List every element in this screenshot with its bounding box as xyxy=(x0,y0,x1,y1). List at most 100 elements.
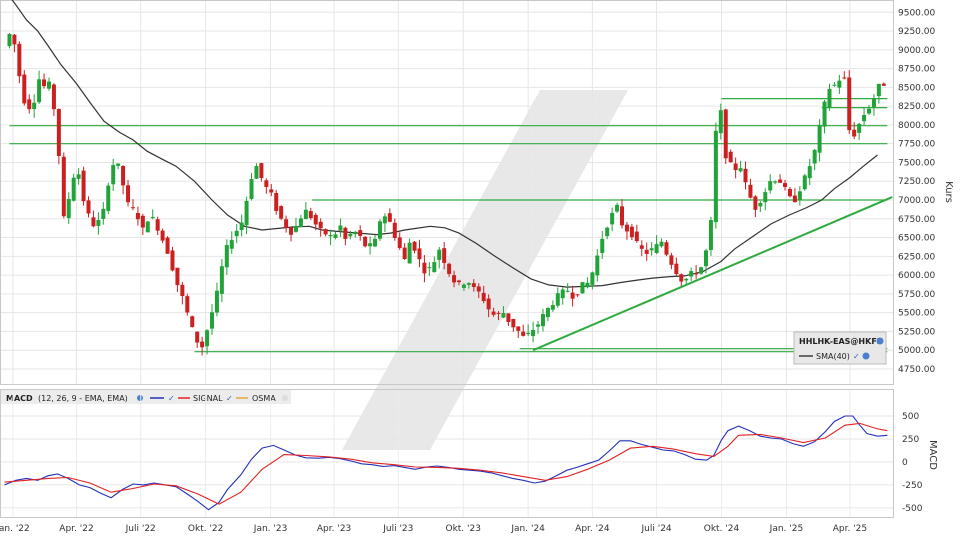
candle-up xyxy=(46,81,51,89)
x-tick: Apr. '22 xyxy=(59,524,93,534)
candle-up xyxy=(802,175,807,190)
candle-up xyxy=(797,191,802,200)
candle-up xyxy=(560,289,565,299)
candle-down xyxy=(639,245,644,249)
candle-down xyxy=(447,263,452,274)
candle-down xyxy=(496,312,501,314)
candle-up xyxy=(822,101,827,127)
candle-up xyxy=(703,250,708,267)
candle-down xyxy=(130,207,135,209)
macd-settings-icon[interactable] xyxy=(137,395,143,401)
candle-down xyxy=(175,267,180,286)
price-y-tick: 7500.00 xyxy=(898,158,935,168)
candle-up xyxy=(832,84,837,86)
candle-down xyxy=(753,196,758,210)
candle-up xyxy=(210,312,215,329)
candle-down xyxy=(91,217,96,227)
candle-up xyxy=(377,221,382,239)
candle-up xyxy=(876,83,881,97)
candle-up xyxy=(540,314,545,327)
signal-label: SIGNAL xyxy=(193,394,223,403)
legend-sma-check-icon[interactable]: ✓ xyxy=(853,352,860,361)
price-y-tick: 7250.00 xyxy=(898,177,935,187)
candle-up xyxy=(699,267,704,274)
candle-up xyxy=(763,192,768,203)
candle-up xyxy=(338,225,343,231)
candle-down xyxy=(575,294,580,296)
macd-title: MACD xyxy=(6,394,33,403)
candle-down xyxy=(170,250,175,271)
candle-down xyxy=(135,212,140,220)
candle-up xyxy=(615,204,620,212)
candle-up xyxy=(234,230,239,237)
candle-up xyxy=(333,234,338,238)
price-y-tick: 9000.00 xyxy=(898,46,935,56)
candle-down xyxy=(190,316,195,327)
candle-down xyxy=(792,195,797,203)
candle-up xyxy=(526,332,531,335)
candle-up xyxy=(76,174,81,179)
legend-sma-settings-icon[interactable] xyxy=(862,352,870,360)
candle-up xyxy=(224,245,229,268)
price-y-tick: 8500.00 xyxy=(898,83,935,93)
candle-up xyxy=(773,181,778,183)
candle-down xyxy=(22,74,27,104)
candle-down xyxy=(679,274,684,282)
candle-up xyxy=(654,244,659,254)
price-y-tick: 6500.00 xyxy=(898,234,935,244)
candle-up xyxy=(867,108,872,114)
candle-down xyxy=(140,215,145,228)
candle-up xyxy=(348,233,353,237)
candle-down xyxy=(511,319,516,328)
macd-y-axis-label: MACD xyxy=(927,440,938,470)
signal-check-icon[interactable]: ✓ xyxy=(226,394,233,403)
x-tick: Juli '23 xyxy=(382,524,413,534)
candle-down xyxy=(402,247,407,260)
candle-down xyxy=(644,249,649,254)
macd-header: MACD (12, 26, 9 - EMA, EMA) ✓ SIGNAL ✓ O… xyxy=(1,390,291,404)
candle-up xyxy=(713,130,718,223)
macd-params: (12, 26, 9 - EMA, EMA) xyxy=(38,394,128,403)
candle-up xyxy=(659,241,664,247)
candle-up xyxy=(328,234,333,237)
uptrend-line xyxy=(532,196,893,352)
candle-down xyxy=(42,79,47,87)
candle-down xyxy=(629,226,634,238)
price-y-tick: 5750.00 xyxy=(898,290,935,300)
legend-settings-icon[interactable] xyxy=(876,337,884,345)
candle-down xyxy=(195,331,200,343)
candle-up xyxy=(37,79,42,103)
macd-y-tick: 0 xyxy=(902,458,908,468)
candle-down xyxy=(476,286,481,292)
candle-down xyxy=(881,83,886,86)
candle-up xyxy=(550,305,555,310)
price-y-tick: 5500.00 xyxy=(898,309,935,319)
candle-up xyxy=(837,80,842,88)
candle-up xyxy=(437,249,442,260)
osma-settings-icon[interactable] xyxy=(282,395,288,401)
candle-down xyxy=(847,77,852,131)
candle-up xyxy=(600,238,605,253)
candle-down xyxy=(343,227,348,239)
candle-down xyxy=(674,263,679,275)
candle-up xyxy=(298,218,303,227)
macd-line-check-icon[interactable]: ✓ xyxy=(168,394,175,403)
macd-y-tick: 500 xyxy=(902,412,919,422)
x-tick: Apr. '24 xyxy=(575,524,610,534)
candle-up xyxy=(605,227,610,237)
macd-y-tick-labels: 500 250 0 -250 -500 xyxy=(902,412,923,514)
candle-up xyxy=(368,243,373,247)
x-tick: Apr. '25 xyxy=(833,524,867,534)
candle-down xyxy=(274,192,279,211)
candle-up xyxy=(545,308,550,318)
candle-up xyxy=(555,293,560,306)
candle-down xyxy=(491,311,496,315)
candle-up xyxy=(817,124,822,153)
candle-up xyxy=(432,262,437,273)
macd-y-tick: -500 xyxy=(902,504,923,514)
candle-down xyxy=(787,188,792,197)
candle-down xyxy=(180,284,185,297)
candle-down xyxy=(12,34,17,45)
price-y-tick: 9250.00 xyxy=(898,27,935,37)
chart-root: 9500.00 9250.00 9000.00 8750.00 8500.00 8250.… xyxy=(0,0,954,534)
